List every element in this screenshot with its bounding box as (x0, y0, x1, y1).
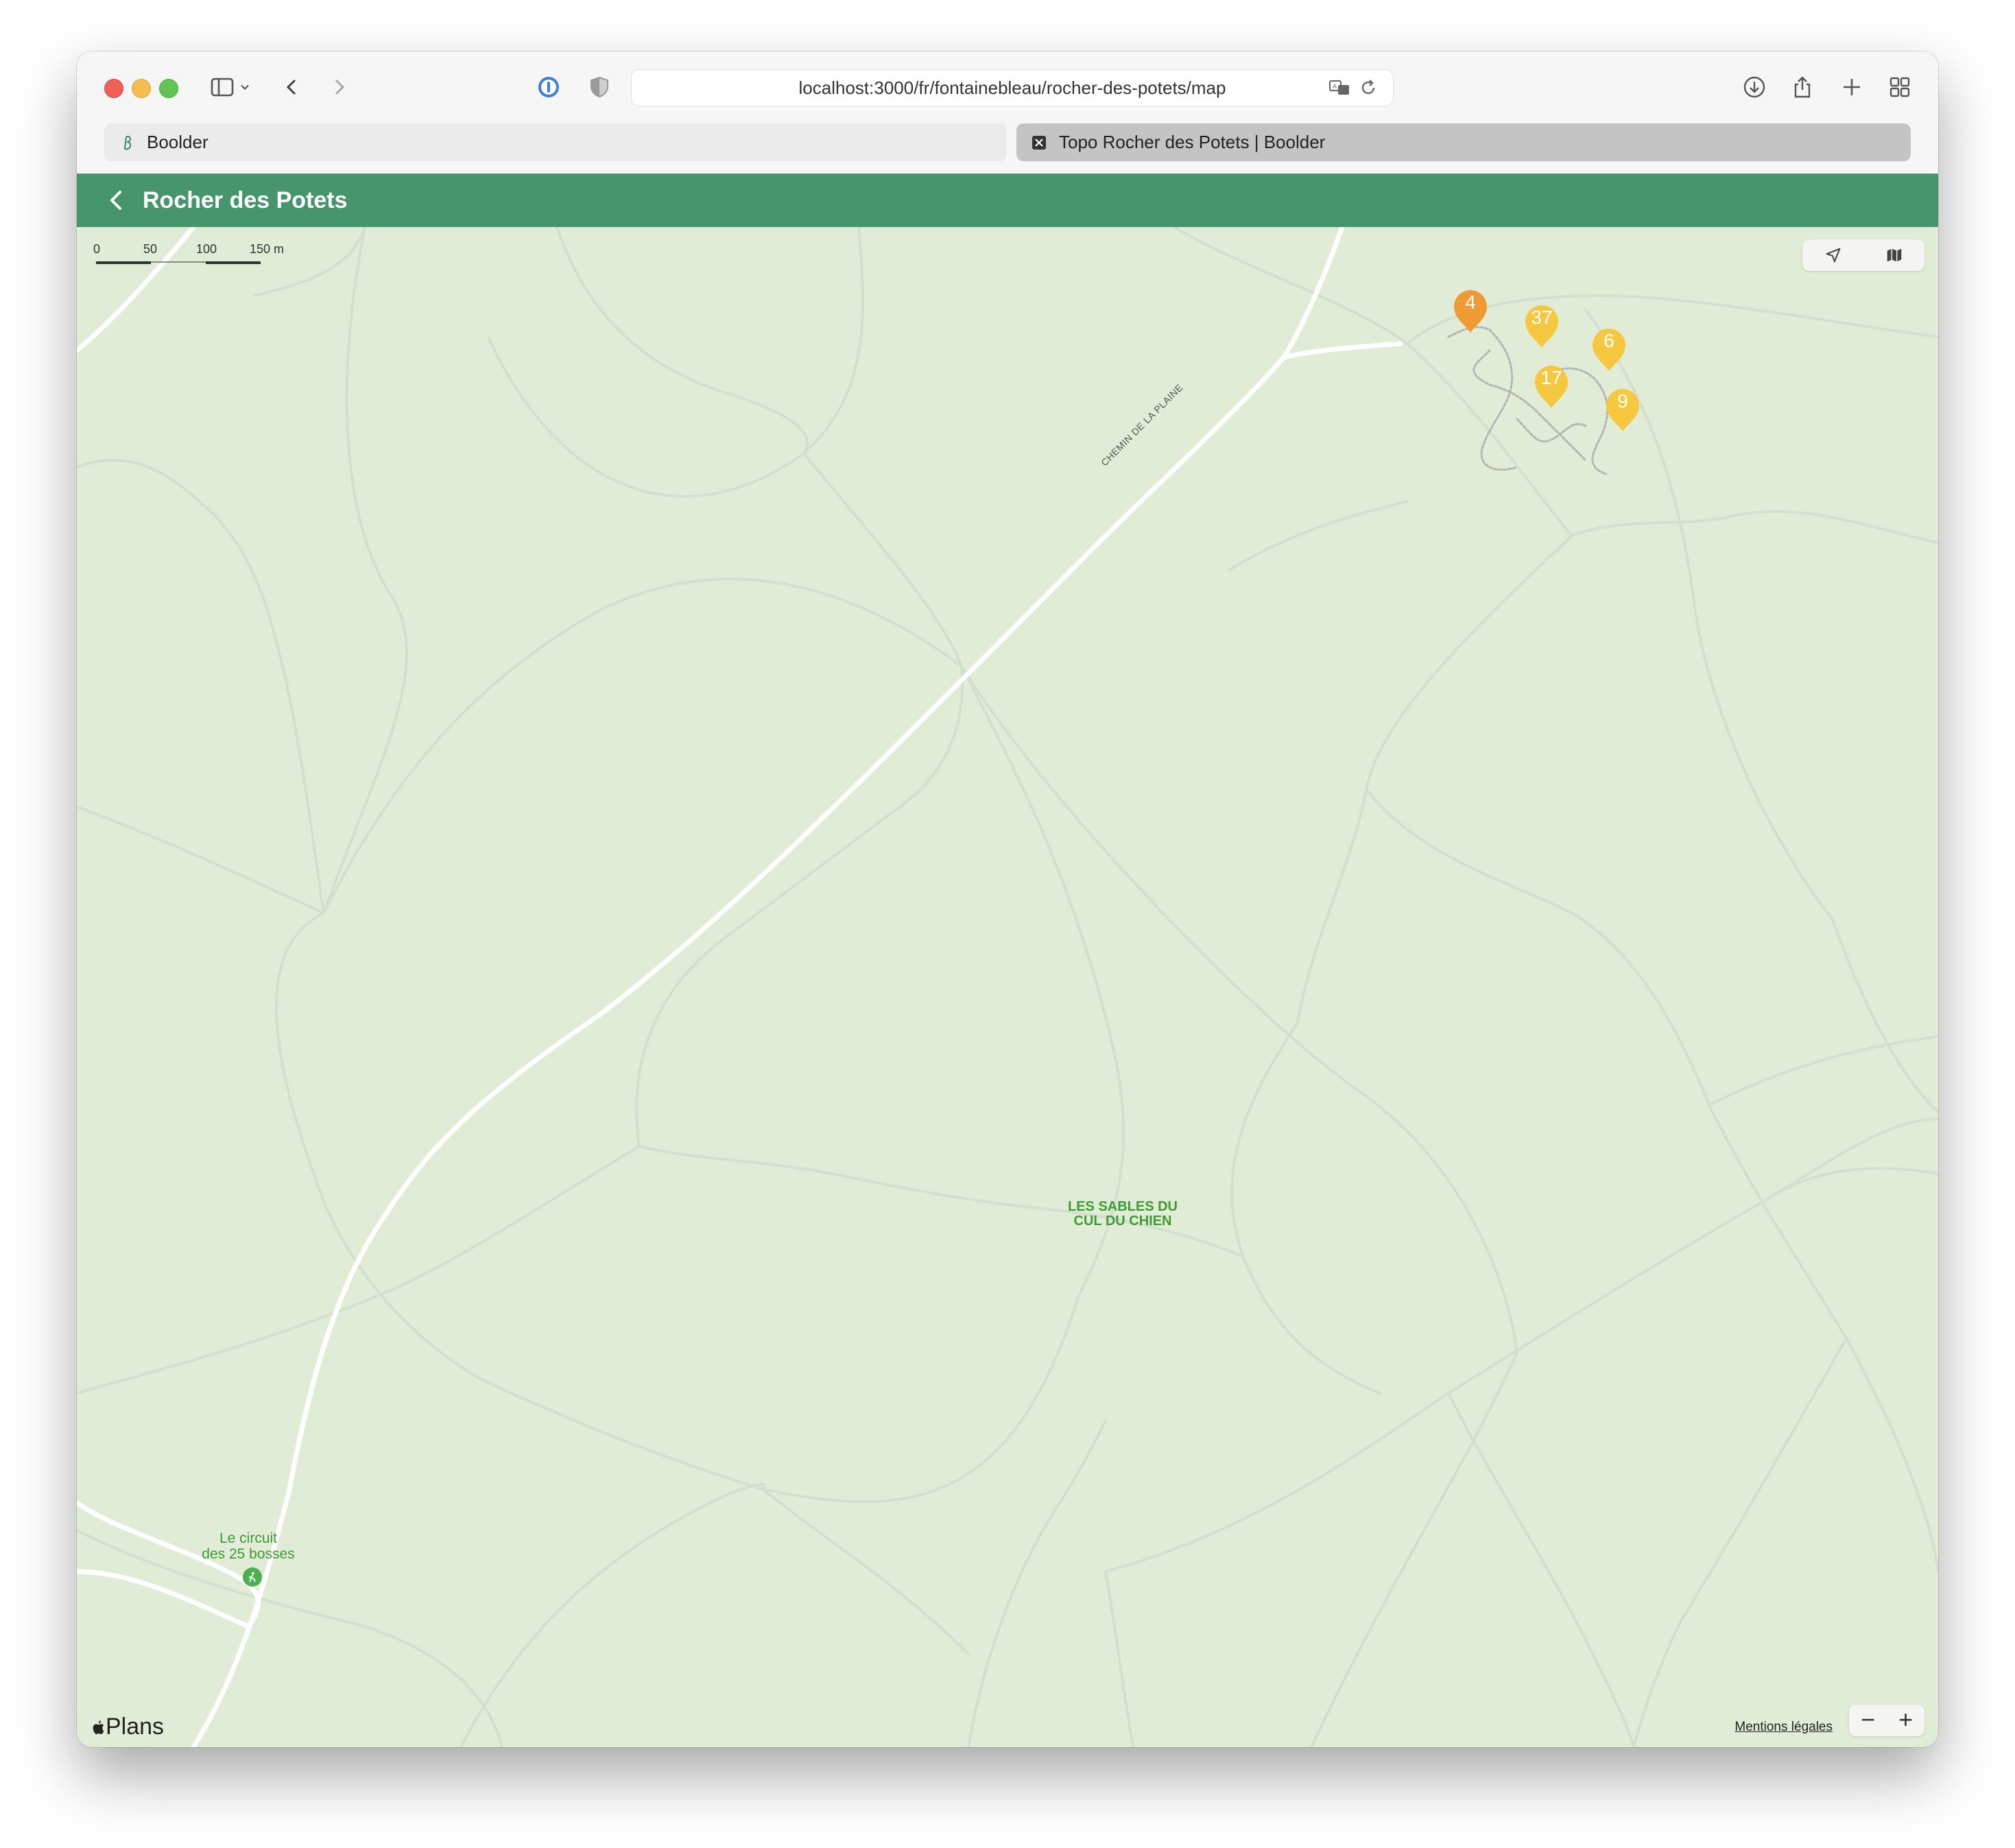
map-view[interactable]: 0 50 100 150 m CHEMIN DE LA PLAINE LES S… (77, 227, 1938, 1747)
boulder-cluster-marker[interactable]: 17 (1532, 363, 1571, 410)
boulder-cluster-marker[interactable]: 4 (1451, 287, 1490, 334)
boulder-cluster-marker[interactable]: 9 (1603, 386, 1642, 433)
locate-button[interactable] (1802, 239, 1863, 271)
back-button[interactable] (103, 187, 130, 214)
scale-bar-segment (96, 261, 151, 264)
scale-bar-segment (206, 261, 261, 264)
forward-nav-icon[interactable] (324, 72, 354, 102)
back-nav-icon[interactable] (277, 72, 307, 102)
marker-count: 4 (1465, 292, 1476, 313)
boolder-favicon-icon (119, 135, 134, 150)
tab-boolder[interactable]: Boolder (104, 123, 1007, 161)
app-header: Rocher des Potets (77, 174, 1938, 227)
scale-label: 150 m (250, 242, 285, 256)
apple-maps-attribution: Plans (91, 1714, 164, 1740)
address-bar[interactable]: localhost:3000/fr/fontainebleau/rocher-d… (631, 69, 1394, 106)
tab-bar: Boolder Topo Rocher des Potets | Boolder (77, 120, 1938, 174)
map-icon (1887, 248, 1901, 262)
new-tab-icon[interactable] (1837, 72, 1867, 102)
tab-topo-rocher-des-potets[interactable]: Topo Rocher des Potets | Boolder (1016, 123, 1911, 161)
marker-count: 17 (1540, 367, 1562, 388)
marker-count: 9 (1617, 390, 1628, 412)
translate-icon[interactable]: A (1324, 73, 1355, 103)
browser-toolbar: localhost:3000/fr/fontainebleau/rocher-d… (77, 51, 1938, 120)
sidebar-toggle-icon[interactable] (207, 72, 237, 102)
boulder-cluster-marker[interactable]: 6 (1590, 326, 1628, 372)
chevron-left-icon (110, 191, 121, 210)
downloads-icon[interactable] (1739, 72, 1769, 102)
zoom-window-button[interactable] (159, 79, 178, 98)
close-tab-icon[interactable] (1032, 135, 1047, 150)
svg-text:A: A (1333, 83, 1337, 90)
scale-label: 0 (93, 242, 101, 256)
map-controls (1802, 239, 1924, 271)
page-title: Rocher des Potets (143, 187, 348, 213)
chevron-down-icon[interactable] (235, 72, 255, 102)
browser-window: localhost:3000/fr/fontainebleau/rocher-d… (77, 51, 1938, 1747)
close-window-button[interactable] (104, 79, 123, 98)
trail-label: Le circuit des 25 bosses (202, 1530, 295, 1562)
boulder-cluster-marker[interactable]: 37 (1523, 303, 1561, 349)
zoom-controls: − + (1849, 1705, 1924, 1736)
reload-icon[interactable] (1353, 73, 1383, 103)
tab-overview-icon[interactable] (1885, 72, 1915, 102)
legal-link[interactable]: Mentions légales (1734, 1720, 1833, 1735)
tab-label: Topo Rocher des Potets | Boolder (1059, 132, 1326, 152)
map-base-layer (77, 227, 1938, 1747)
scale-label: 50 (143, 242, 158, 256)
marker-count: 37 (1531, 307, 1553, 328)
apple-logo-icon (93, 1720, 104, 1734)
privacy-shield-icon[interactable] (584, 72, 615, 102)
marker-count: 6 (1603, 330, 1614, 351)
hiking-icon[interactable] (243, 1567, 262, 1587)
share-icon[interactable] (1787, 72, 1817, 102)
scale-label: 100 (196, 242, 217, 256)
map-scale: 0 50 100 150 m (93, 242, 299, 270)
location-arrow-icon (1826, 248, 1840, 263)
area-label: LES SABLES DU CUL DU CHIEN (1067, 1199, 1178, 1229)
password-manager-icon[interactable] (534, 72, 564, 102)
map-type-button[interactable] (1863, 239, 1924, 271)
scale-bar-segment (151, 261, 206, 263)
minimize-window-button[interactable] (132, 79, 151, 98)
tab-label: Boolder (147, 132, 208, 152)
url-text: localhost:3000/fr/fontainebleau/rocher-d… (798, 78, 1226, 98)
zoom-in-button[interactable]: + (1887, 1705, 1924, 1736)
attribution-text: Plans (106, 1714, 165, 1740)
zoom-out-button[interactable]: − (1849, 1705, 1887, 1736)
